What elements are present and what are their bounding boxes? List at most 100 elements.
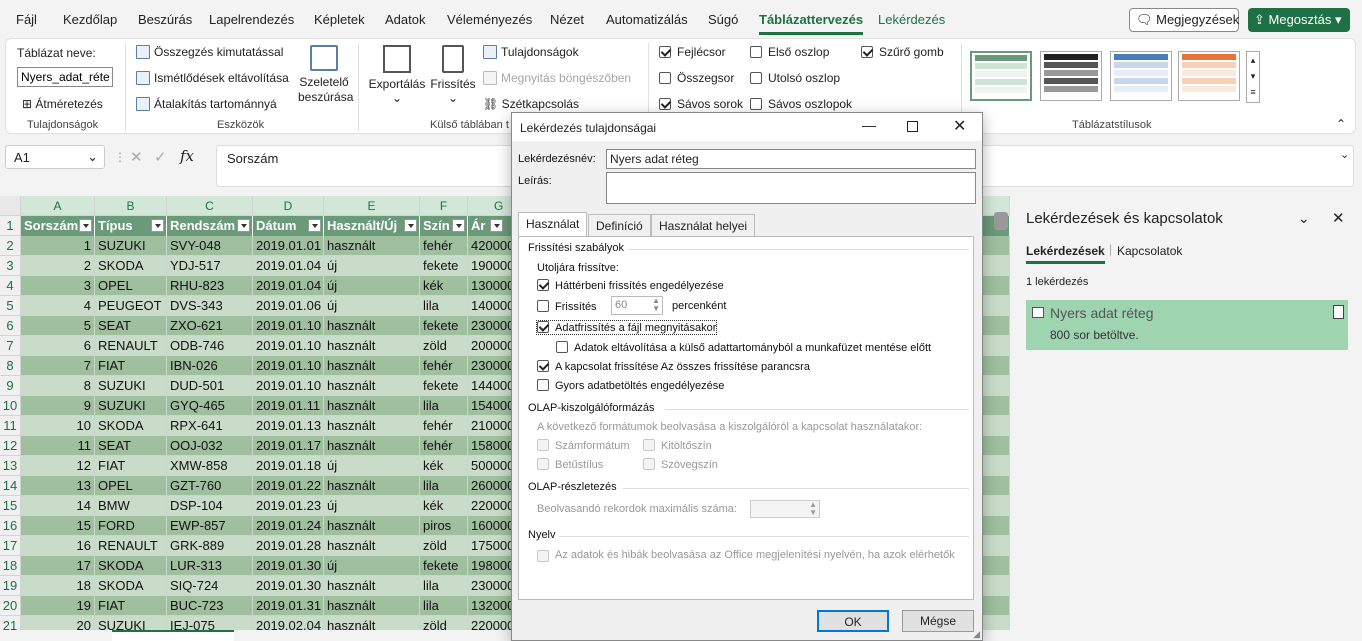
tab-used-in[interactable]: Használat helyei	[651, 214, 756, 236]
cancel-icon[interactable]: ✕	[130, 148, 143, 166]
convert-range-button[interactable]: Átalakítás tartománnyá	[136, 97, 277, 111]
table-cell[interactable]: használt	[324, 436, 420, 456]
table-cell[interactable]: 11	[21, 436, 95, 456]
table-cell[interactable]: 8	[21, 376, 95, 396]
row-header[interactable]: 12	[0, 436, 21, 456]
table-cell[interactable]: RHU-823	[167, 276, 253, 296]
table-cell[interactable]: SIQ-724	[167, 576, 253, 596]
table-cell[interactable]: fekete	[420, 556, 468, 576]
row-header[interactable]: 20	[0, 596, 21, 616]
header-row-checkbox[interactable]: Fejlécsor	[659, 45, 726, 59]
table-cell[interactable]: OOJ-032	[167, 436, 253, 456]
total-row-checkbox[interactable]: Összegsor	[659, 71, 734, 85]
styles-scroll[interactable]: ▴ ▾ ≡	[1246, 51, 1260, 103]
table-cell[interactable]: FIAT	[95, 596, 167, 616]
table-cell[interactable]: GZT-760	[167, 476, 253, 496]
table-cell[interactable]: BMW	[95, 496, 167, 516]
table-cell[interactable]: 9	[21, 396, 95, 416]
row-header[interactable]: 7	[0, 336, 21, 356]
slicer-button[interactable]: Szeletelő beszúrása	[298, 43, 353, 111]
row-header[interactable]: 16	[0, 516, 21, 536]
table-cell[interactable]: 2019.01.17	[253, 436, 324, 456]
filter-dropdown-icon[interactable]	[308, 219, 321, 232]
table-cell[interactable]: fekete	[420, 316, 468, 336]
table-cell[interactable]: SEAT	[95, 436, 167, 456]
refresh-every-checkbox[interactable]: Frissítés	[537, 300, 597, 313]
table-cell[interactable]: 2019.01.13	[253, 416, 324, 436]
table-cell[interactable]: 2019.01.11	[253, 396, 324, 416]
ok-button[interactable]: OK	[817, 610, 889, 632]
table-cell[interactable]: SUZUKI	[95, 376, 167, 396]
table-cell[interactable]: 2019.01.28	[253, 536, 324, 556]
table-cell[interactable]: FIAT	[95, 456, 167, 476]
table-cell[interactable]: kék	[420, 496, 468, 516]
filter-dropdown-icon[interactable]	[404, 219, 417, 232]
table-cell[interactable]: használt	[324, 396, 420, 416]
filter-dropdown-icon[interactable]	[490, 219, 503, 232]
table-cell[interactable]: 2019.01.10	[253, 376, 324, 396]
table-cell[interactable]: 19	[21, 596, 95, 616]
table-cell[interactable]: használt	[324, 356, 420, 376]
table-style-orange[interactable]	[1178, 51, 1240, 101]
menu-formulas[interactable]: Képletek	[314, 12, 365, 27]
table-cell[interactable]: 2019.01.23	[253, 496, 324, 516]
tab-queries[interactable]: Lekérdezések	[1026, 244, 1105, 264]
share-button[interactable]: ⇪ Megosztás ▾	[1248, 8, 1350, 32]
table-cell[interactable]: használt	[324, 476, 420, 496]
row-header[interactable]: 14	[0, 476, 21, 496]
panel-options-icon[interactable]: ⌄	[1298, 210, 1310, 227]
table-cell[interactable]: 1	[21, 236, 95, 256]
properties-button[interactable]: Tulajdonságok	[483, 45, 579, 59]
table-cell[interactable]: 2019.01.30	[253, 556, 324, 576]
table-cell[interactable]: RPX-641	[167, 416, 253, 436]
row-header[interactable]: 17	[0, 536, 21, 556]
hdr-datum[interactable]: Dátum	[253, 216, 324, 236]
table-cell[interactable]: SVY-048	[167, 236, 253, 256]
table-cell[interactable]: 2	[21, 256, 95, 276]
table-cell[interactable]: 2019.01.31	[253, 596, 324, 616]
menu-insert[interactable]: Beszúrás	[138, 12, 192, 27]
table-style-green[interactable]	[970, 51, 1032, 101]
table-cell[interactable]: használt	[324, 536, 420, 556]
row-header[interactable]: 18	[0, 556, 21, 576]
table-cell[interactable]: 12	[21, 456, 95, 476]
table-cell[interactable]: új	[324, 456, 420, 476]
table-cell[interactable]: RENAULT	[95, 336, 167, 356]
function-icon[interactable]: fx	[180, 147, 194, 165]
menu-help[interactable]: Súgó	[708, 12, 738, 27]
name-box[interactable]: A1 ⌄	[5, 145, 105, 169]
table-cell[interactable]: GRK-889	[167, 536, 253, 556]
table-cell[interactable]: SKODA	[95, 416, 167, 436]
table-cell[interactable]: ODB-746	[167, 336, 253, 356]
table-cell[interactable]: 2019.01.10	[253, 336, 324, 356]
table-cell[interactable]: használt	[324, 336, 420, 356]
table-cell[interactable]: használt	[324, 576, 420, 596]
table-cell[interactable]: 6	[21, 336, 95, 356]
table-cell[interactable]: zöld	[420, 336, 468, 356]
table-cell[interactable]: 15	[21, 516, 95, 536]
table-cell[interactable]: lila	[420, 296, 468, 316]
table-cell[interactable]: IBN-026	[167, 356, 253, 376]
menu-file[interactable]: Fájl	[16, 12, 37, 27]
export-button[interactable]: Exportálás ⌄	[368, 43, 426, 111]
row-header[interactable]: 5	[0, 296, 21, 316]
tab-usage[interactable]: Használat	[518, 212, 588, 237]
table-cell[interactable]: 2019.01.04	[253, 276, 324, 296]
refresh-all-checkbox[interactable]: A kapcsolat frissítése Az összes frissít…	[537, 360, 810, 373]
table-cell[interactable]: 2019.01.04	[253, 256, 324, 276]
table-cell[interactable]: 5	[21, 316, 95, 336]
table-cell[interactable]: használt	[324, 236, 420, 256]
table-cell[interactable]: 2019.01.18	[253, 456, 324, 476]
menu-view[interactable]: Nézet	[550, 12, 584, 27]
table-cell[interactable]: 2019.01.10	[253, 356, 324, 376]
close-icon[interactable]: ✕	[1332, 209, 1345, 227]
filter-dropdown-icon[interactable]	[452, 219, 465, 232]
table-cell[interactable]: 3	[21, 276, 95, 296]
table-cell[interactable]: használt	[324, 596, 420, 616]
table-cell[interactable]: 10	[21, 416, 95, 436]
table-cell[interactable]: fekete	[420, 256, 468, 276]
column-header-b[interactable]: B	[95, 196, 167, 216]
remove-data-checkbox[interactable]: Adatok eltávolítása a külső adattartomán…	[556, 341, 931, 354]
table-cell[interactable]: OPEL	[95, 476, 167, 496]
table-cell[interactable]: LUR-313	[167, 556, 253, 576]
